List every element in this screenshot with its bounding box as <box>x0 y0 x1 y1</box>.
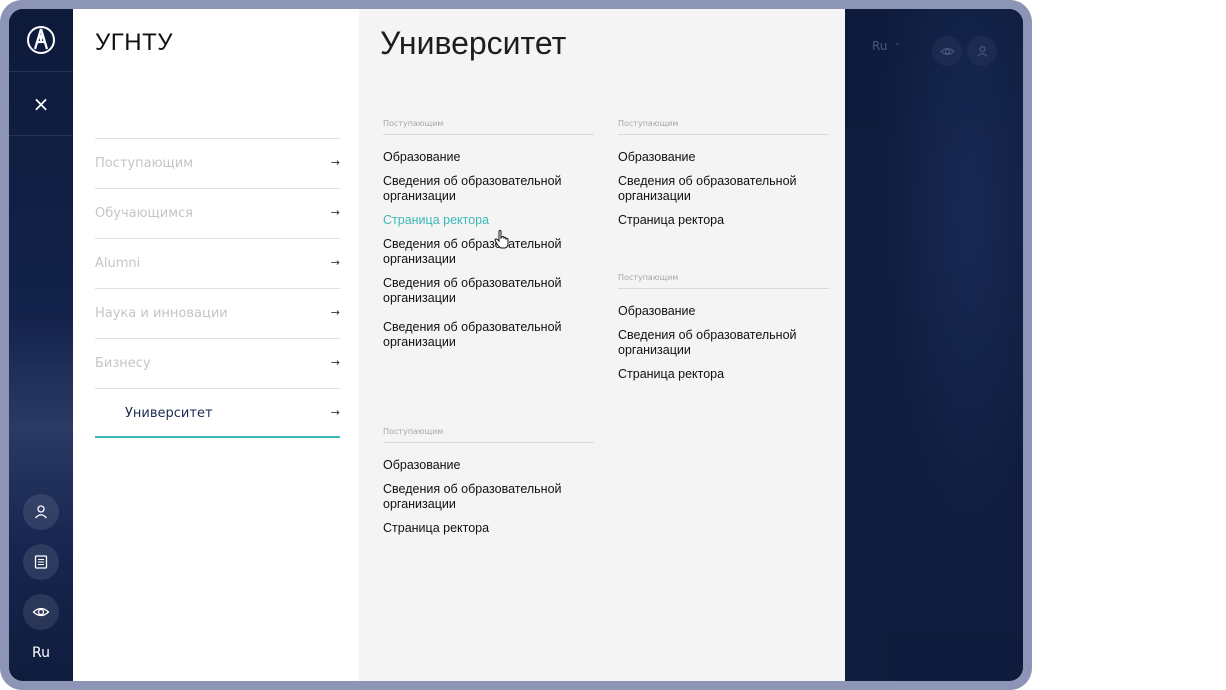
submenu-link[interactable]: Страница ректора <box>383 521 594 536</box>
hand-cursor-icon <box>494 230 509 249</box>
submenu-link[interactable]: Сведения об образовательной организации <box>383 276 594 306</box>
menu-item-label: Alumni <box>95 256 141 271</box>
arrow-right-icon: → <box>330 356 340 369</box>
user-button[interactable] <box>23 494 59 530</box>
submenu-link[interactable]: Сведения об образовательной организации <box>618 328 829 358</box>
submenu-link[interactable]: Сведения об образовательной организации <box>383 237 594 267</box>
menu-item-label: Бизнесу <box>95 356 151 371</box>
submenu-panel: Университет Поступающим Образование Свед… <box>359 9 845 681</box>
top-language-select[interactable]: Ru ˅ <box>872 39 900 53</box>
submenu-link[interactable]: Страница ректора <box>618 367 829 382</box>
menu-item-alumni[interactable]: Alumni → <box>95 238 340 288</box>
left-rail: × Ru <box>9 9 73 681</box>
menu-item-students[interactable]: Обучающимся → <box>95 188 340 238</box>
menu-item-label: Наука и инновации <box>95 306 228 321</box>
chevron-down-icon: ˅ <box>895 43 900 53</box>
submenu-section: Поступающим Образование Сведения об обра… <box>618 273 829 391</box>
eye-icon <box>32 607 50 617</box>
submenu-link[interactable]: Образование <box>618 150 829 165</box>
menu-list: Поступающим → Обучающимся → Alumni → Нау… <box>95 138 340 438</box>
close-icon[interactable]: × <box>9 72 73 136</box>
arrow-right-icon: → <box>330 206 340 219</box>
submenu-link[interactable]: Сведения об образовательной организации <box>618 174 829 204</box>
document-button[interactable] <box>23 544 59 580</box>
top-user-button[interactable] <box>967 36 997 66</box>
submenu-link[interactable]: Образование <box>383 150 594 165</box>
language-switch[interactable]: Ru <box>9 645 73 661</box>
submenu-link[interactable]: Сведения об образовательной организации <box>383 482 594 512</box>
language-value: Ru <box>872 39 888 53</box>
side-menu: УГНТУ Поступающим → Обучающимся → Alumni… <box>73 9 359 681</box>
menu-item-science[interactable]: Наука и инновации → <box>95 288 340 338</box>
submenu-link[interactable]: Сведения об образовательной организации <box>383 320 594 350</box>
user-icon <box>35 505 47 519</box>
menu-item-label: Поступающим <box>95 156 194 171</box>
submenu-link-highlighted[interactable]: Страница ректора <box>383 213 594 228</box>
arrow-right-icon: → <box>330 156 340 169</box>
eye-icon <box>939 47 955 55</box>
arrow-right-icon: → <box>330 306 340 319</box>
device-frame: × Ru УГНТУ Поступающим → Обучающимся → A… <box>0 0 1032 690</box>
menu-title: УГНТУ <box>95 29 173 56</box>
submenu-link[interactable]: Образование <box>383 458 594 473</box>
top-accessibility-button[interactable] <box>932 36 962 66</box>
background-area <box>845 9 1023 681</box>
submenu-section: Поступающим Образование Сведения об обра… <box>383 119 594 359</box>
section-label: Поступающим <box>383 427 594 443</box>
section-label: Поступающим <box>618 119 829 135</box>
submenu-link[interactable]: Сведения об образовательной организации <box>383 174 594 204</box>
menu-item-label: Университет <box>125 406 213 421</box>
accessibility-button[interactable] <box>23 594 59 630</box>
submenu-link[interactable]: Страница ректора <box>618 213 829 228</box>
menu-item-applicants[interactable]: Поступающим → <box>95 138 340 188</box>
arrow-right-icon: → <box>330 256 340 269</box>
submenu-section: Поступающим Образование Сведения об обра… <box>618 119 829 237</box>
section-label: Поступающим <box>383 119 594 135</box>
user-icon <box>977 45 987 57</box>
screen: × Ru УГНТУ Поступающим → Обучающимся → A… <box>9 9 1023 681</box>
page-title: Университет <box>380 25 567 61</box>
menu-item-university[interactable]: Университет → <box>95 388 340 438</box>
menu-item-label: Обучающимся <box>95 206 194 221</box>
menu-item-business[interactable]: Бизнесу → <box>95 338 340 388</box>
arrow-right-icon: → <box>330 406 340 419</box>
submenu-link[interactable]: Образование <box>618 304 829 319</box>
document-icon <box>34 555 48 569</box>
section-label: Поступающим <box>618 273 829 289</box>
submenu-section: Поступающим Образование Сведения об обра… <box>383 427 594 545</box>
university-logo-icon[interactable] <box>9 9 73 72</box>
